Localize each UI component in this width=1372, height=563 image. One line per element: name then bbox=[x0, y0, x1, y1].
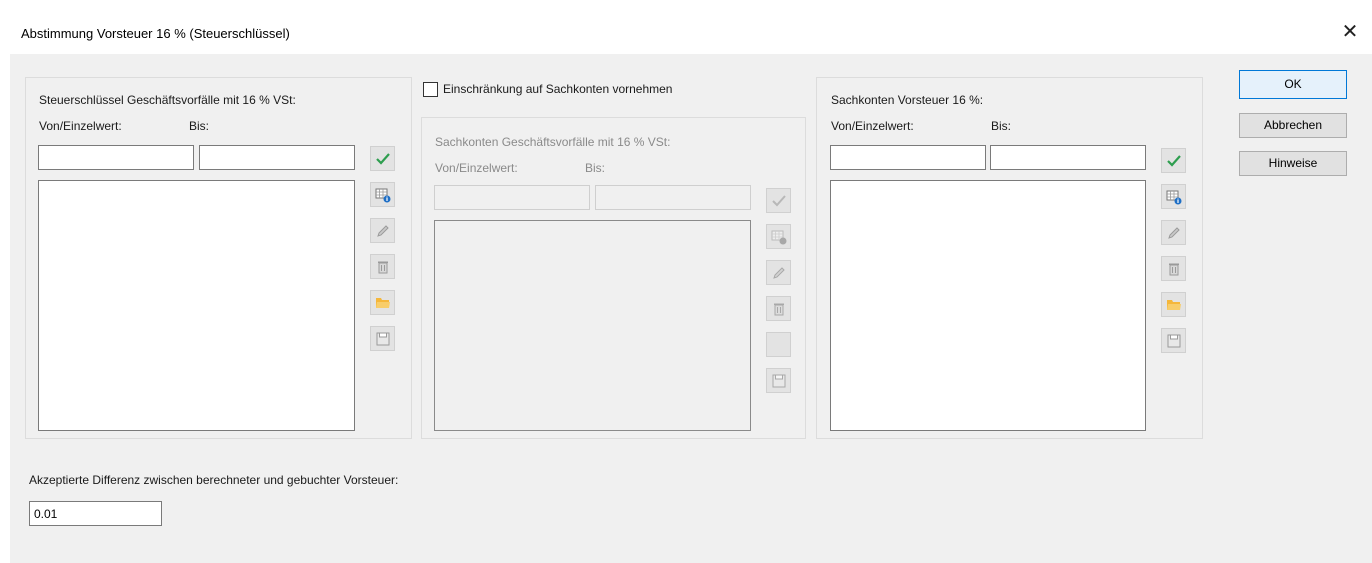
open-button[interactable] bbox=[766, 332, 791, 357]
save-button[interactable] bbox=[370, 326, 395, 351]
pencil-icon bbox=[376, 224, 389, 237]
tax-key-list[interactable] bbox=[38, 180, 355, 431]
hints-button[interactable]: Hinweise bbox=[1239, 151, 1347, 176]
edit-button[interactable] bbox=[370, 218, 395, 243]
ok-button[interactable]: OK bbox=[1239, 70, 1347, 99]
input-tax-accounts-group: Sachkonten Vorsteuer 16 %: Von/Einzelwer… bbox=[816, 77, 1203, 439]
to-input[interactable] bbox=[595, 185, 751, 210]
to-label: Bis: bbox=[991, 119, 1012, 133]
check-icon bbox=[771, 194, 786, 206]
from-input[interactable] bbox=[38, 145, 194, 170]
tax-key-group-title: Steuerschlüssel Geschäftsvorfälle mit 16… bbox=[39, 93, 296, 107]
delete-button[interactable] bbox=[766, 296, 791, 321]
ledger-accounts-group-title: Sachkonten Geschäftsvorfälle mit 16 % VS… bbox=[435, 135, 671, 149]
dialog-titlebar: Abstimmung Vorsteuer 16 % (Steuerschlüss… bbox=[10, 11, 1372, 54]
edit-button[interactable] bbox=[766, 260, 791, 285]
difference-input[interactable] bbox=[29, 501, 162, 526]
input-tax-accounts-group-title: Sachkonten Vorsteuer 16 %: bbox=[831, 93, 984, 107]
restriction-checkbox[interactable] bbox=[423, 82, 438, 97]
open-button[interactable] bbox=[1161, 292, 1186, 317]
ledger-accounts-list[interactable] bbox=[434, 220, 751, 431]
folder-icon bbox=[375, 298, 390, 308]
difference-label: Akzeptierte Differenz zwischen berechnet… bbox=[29, 473, 399, 487]
apply-button[interactable] bbox=[1161, 148, 1186, 173]
delete-button[interactable] bbox=[370, 254, 395, 279]
check-icon bbox=[1166, 154, 1181, 167]
from-label: Von/Einzelwert: bbox=[39, 119, 122, 133]
to-label: Bis: bbox=[585, 161, 606, 175]
floppy-icon bbox=[1167, 334, 1180, 347]
input-tax-accounts-list[interactable] bbox=[830, 180, 1146, 431]
floppy-icon bbox=[376, 332, 389, 345]
to-input[interactable] bbox=[990, 145, 1146, 170]
apply-button[interactable] bbox=[370, 146, 395, 171]
to-label: Bis: bbox=[189, 119, 210, 133]
restriction-checkbox-label[interactable]: Einschränkung auf Sachkonten vornehmen bbox=[443, 82, 672, 96]
tax-key-group: Steuerschlüssel Geschäftsvorfälle mit 16… bbox=[25, 77, 412, 439]
trash-icon bbox=[377, 261, 388, 273]
dialog-client-area: Steuerschlüssel Geschäftsvorfälle mit 16… bbox=[10, 54, 1372, 563]
from-label: Von/Einzelwert: bbox=[435, 161, 518, 175]
grid-info-icon bbox=[771, 230, 786, 244]
save-button[interactable] bbox=[766, 368, 791, 393]
from-input[interactable] bbox=[830, 145, 986, 170]
ledger-accounts-group: Sachkonten Geschäftsvorfälle mit 16 % VS… bbox=[421, 117, 806, 439]
grid-info-button[interactable] bbox=[766, 224, 791, 249]
cancel-button[interactable]: Abbrechen bbox=[1239, 113, 1347, 138]
from-label: Von/Einzelwert: bbox=[831, 119, 914, 133]
apply-button[interactable] bbox=[766, 188, 791, 213]
floppy-icon bbox=[772, 374, 785, 387]
pencil-icon bbox=[1167, 226, 1180, 239]
trash-icon bbox=[773, 303, 784, 315]
open-button[interactable] bbox=[370, 290, 395, 315]
dialog-title: Abstimmung Vorsteuer 16 % (Steuerschlüss… bbox=[21, 26, 290, 41]
trash-icon bbox=[1168, 263, 1179, 275]
save-button[interactable] bbox=[1161, 328, 1186, 353]
to-input[interactable] bbox=[199, 145, 355, 170]
grid-info-icon bbox=[1166, 190, 1181, 204]
folder-icon bbox=[1166, 300, 1181, 310]
from-input[interactable] bbox=[434, 185, 590, 210]
page-edge bbox=[0, 11, 10, 563]
delete-button[interactable] bbox=[1161, 256, 1186, 281]
grid-info-button[interactable] bbox=[1161, 184, 1186, 209]
grid-info-icon bbox=[375, 188, 390, 202]
check-icon bbox=[375, 152, 390, 165]
grid-info-button[interactable] bbox=[370, 182, 395, 207]
close-icon[interactable]: ✕ bbox=[1339, 21, 1361, 43]
pencil-icon bbox=[772, 266, 785, 279]
edit-button[interactable] bbox=[1161, 220, 1186, 245]
